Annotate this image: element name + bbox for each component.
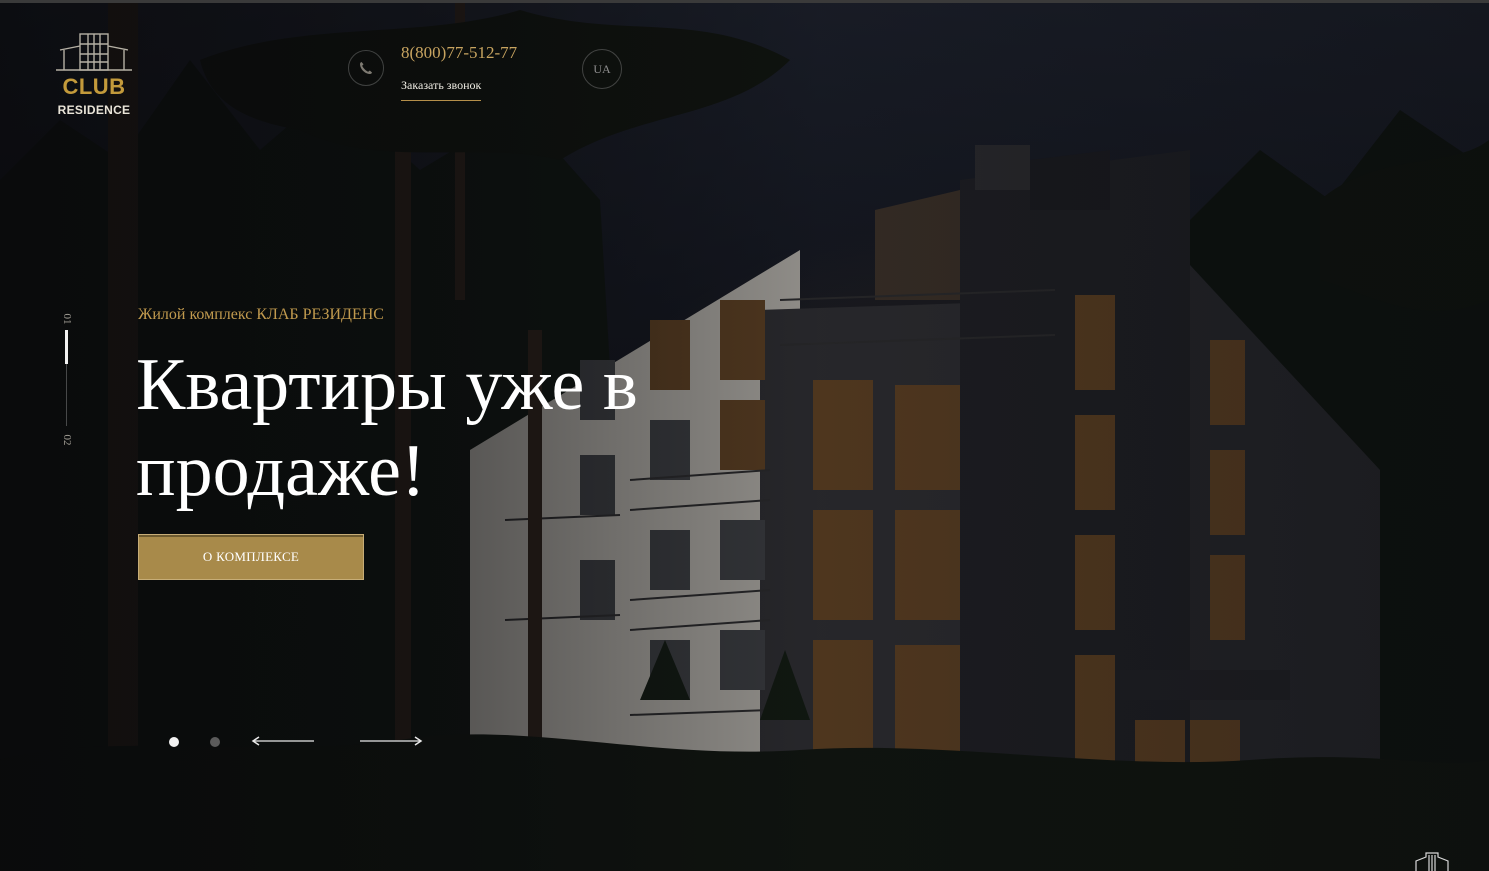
hero-title: Квартиры уже в продаже!	[136, 344, 638, 512]
arrow-left-icon[interactable]	[250, 733, 316, 749]
logo[interactable]: CLUB RESIDENCE	[54, 28, 134, 120]
phone-number[interactable]: 8(800)77-512-77	[401, 43, 517, 63]
arrow-right-icon[interactable]	[358, 733, 424, 749]
building-logo-icon	[56, 33, 132, 71]
hero-subtitle: Жилой комплекс КЛАБ РЕЗИДЕНС	[138, 306, 384, 323]
slide-number-next: 02	[61, 434, 73, 446]
slider-dot-1[interactable]	[169, 737, 179, 747]
slide-progress-fill	[65, 330, 68, 364]
callback-link[interactable]: Заказать звонок	[401, 78, 482, 101]
phone-icon	[360, 62, 372, 74]
slide-number-current: 01	[61, 313, 73, 325]
language-switch[interactable]: UA	[582, 49, 622, 89]
phone-button[interactable]	[348, 50, 384, 86]
logo-text-club: CLUB	[62, 74, 126, 99]
building-small-icon[interactable]	[1412, 849, 1452, 871]
about-complex-button[interactable]: О КОМПЛЕКСЕ	[138, 534, 364, 580]
top-border	[0, 0, 1489, 3]
logo-text-residence: RESIDENCE	[57, 103, 131, 117]
slider-dot-2[interactable]	[210, 737, 220, 747]
